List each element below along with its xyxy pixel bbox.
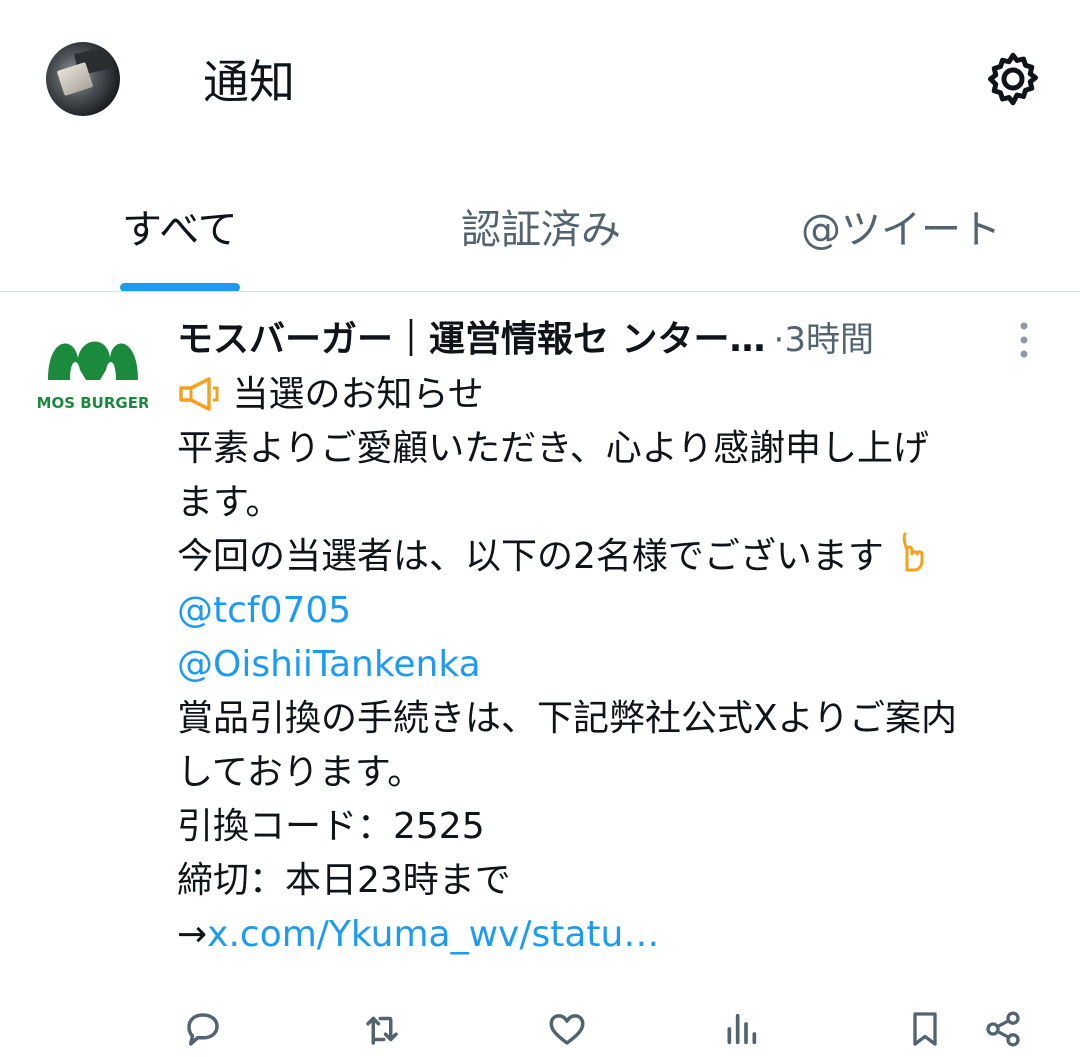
tweet-timestamp[interactable]: 3時間 (784, 320, 874, 360)
tab-verified[interactable]: 認証済み (461, 202, 621, 258)
tab-all[interactable]: すべて (122, 202, 238, 258)
reply-icon (187, 1013, 219, 1046)
mention-link[interactable]: @OishiiTankenka (177, 638, 1057, 692)
like-button[interactable] (542, 1004, 592, 1054)
tweet-actions (0, 1000, 1080, 1057)
tweet-line: 平素よりご愛顧いただき、心より感謝申し上げ (177, 428, 930, 469)
separator-dot: · (773, 320, 785, 360)
mos-logo-text: MOS BURGER (38, 394, 148, 412)
top-bar: 通知 (0, 0, 1080, 160)
page-title: 通知 (203, 55, 295, 109)
tweet-line-text: 今回の当選者は、以下の2名様でございます (177, 536, 884, 577)
tweet-line: しております。 (177, 752, 424, 793)
tweet-line: 賞品引換の手続きは、下記弊社公式Xよりご案内 (177, 698, 957, 739)
tweet-line: 今回の当選者は、以下の2名様でございます (177, 530, 1057, 584)
arrow-text: → (177, 914, 208, 955)
retweet-button[interactable] (357, 1004, 407, 1054)
bookmark-icon (913, 1012, 937, 1046)
reply-button[interactable] (178, 1004, 228, 1054)
tweet-line: 締切：本日23時まで (177, 860, 511, 901)
mos-burger-logo: MOS BURGER (37, 341, 150, 412)
views-button[interactable] (716, 1004, 766, 1054)
more-options-button[interactable] (1010, 318, 1038, 362)
notification-tabs: すべて 認証済み @ツイート (0, 180, 1080, 292)
megaphone-icon (179, 377, 219, 411)
tweet-author-name[interactable]: モスバーガー｜運営情報セ ンター… (177, 319, 766, 360)
tweet-line: ます。 (177, 482, 282, 523)
tweet-line: 引換コード：2525 (177, 806, 485, 847)
tweet-line-text: 当選のお知らせ (232, 374, 484, 415)
tab-mentions[interactable]: @ツイート (801, 202, 1001, 258)
settings-button[interactable] (980, 46, 1046, 112)
profile-avatar[interactable] (46, 42, 120, 116)
mention-link[interactable]: @tcf0705 (177, 584, 1057, 638)
bookmark-button[interactable] (900, 1004, 950, 1054)
tweet-line: →x.com/Ykuma_wv/statu… (177, 908, 1057, 962)
share-button[interactable] (978, 1004, 1028, 1054)
tweet-text: 当選のお知らせ 平素よりご愛顧いただき、心より感謝申し上げ ます。 今回の当選者… (177, 368, 1057, 962)
url-link[interactable]: x.com/Ykuma_wv/statu… (207, 914, 659, 955)
tweet-line: 当選のお知らせ (177, 368, 1057, 422)
bar-chart-icon (727, 1013, 757, 1045)
tweet-author-avatar[interactable]: MOS BURGER (37, 318, 150, 428)
heart-icon (549, 1014, 585, 1045)
pointing-down-hand-icon (903, 532, 924, 572)
more-vertical-icon (1020, 322, 1028, 358)
share-icon (986, 1011, 1020, 1047)
divider (0, 291, 1080, 292)
tweet-header: モスバーガー｜運営情報セ ンター… ·3時間 (177, 312, 967, 368)
retweet-icon (366, 1016, 398, 1045)
gear-icon (988, 52, 1038, 106)
